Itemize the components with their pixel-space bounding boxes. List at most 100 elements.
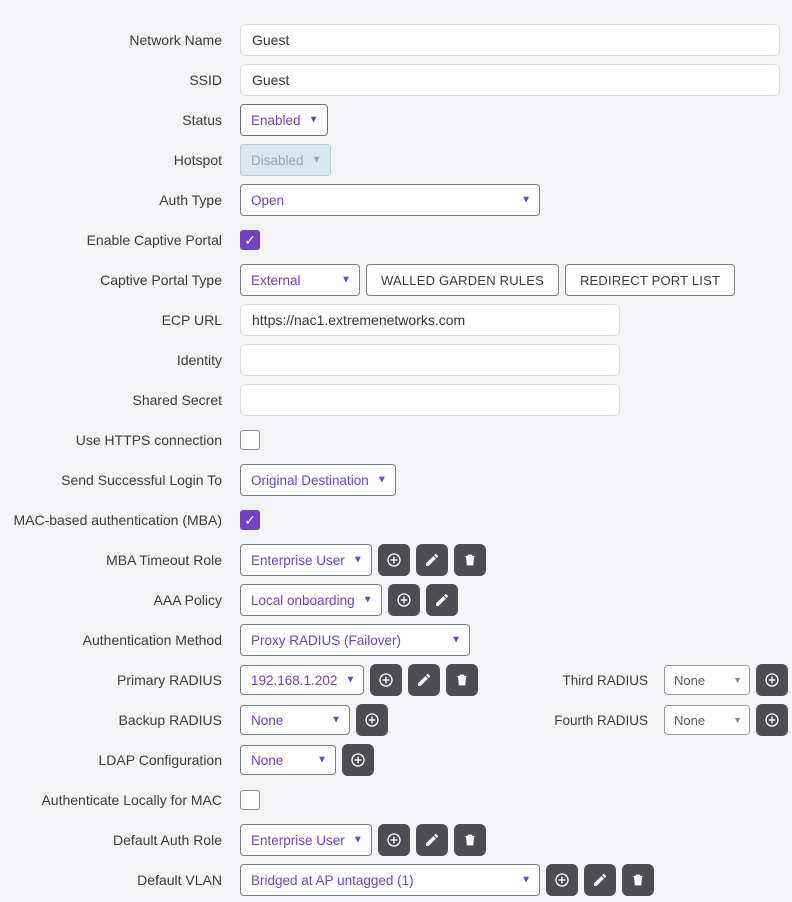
add-mba-role-button[interactable] [378, 544, 410, 576]
add-default-auth-role-button[interactable] [378, 824, 410, 856]
pencil-icon [416, 672, 432, 688]
caret-down-icon: ▼ [312, 155, 322, 166]
hotspot-select: Disabled ▼ [240, 144, 331, 176]
label-ssid: SSID [0, 72, 240, 88]
edit-mba-role-button[interactable] [416, 544, 448, 576]
pencil-icon [592, 872, 608, 888]
label-aaa-policy: AAA Policy [0, 592, 240, 608]
ssid-input[interactable] [240, 64, 780, 96]
edit-primary-radius-button[interactable] [408, 664, 440, 696]
mba-timeout-role-select[interactable]: Enterprise User ▼ [240, 544, 372, 576]
aaa-policy-select[interactable]: Local onboarding ▼ [240, 584, 382, 616]
edit-default-auth-role-button[interactable] [416, 824, 448, 856]
label-network-name: Network Name [0, 32, 240, 48]
add-fourth-radius-button[interactable] [756, 704, 788, 736]
third-radius-select[interactable]: None ▼ [664, 665, 750, 695]
edit-aaa-policy-button[interactable] [426, 584, 458, 616]
ecp-url-input[interactable] [240, 304, 620, 336]
backup-radius-select[interactable]: None ▼ [240, 705, 350, 735]
add-backup-radius-button[interactable] [356, 704, 388, 736]
caret-down-icon: ▼ [733, 675, 742, 685]
label-auth-type: Auth Type [0, 192, 240, 208]
plus-circle-icon [364, 712, 380, 728]
label-auth-method: Authentication Method [0, 632, 240, 648]
caret-down-icon: ▼ [363, 595, 373, 606]
trash-icon [630, 872, 646, 888]
plus-circle-icon [386, 552, 402, 568]
caret-down-icon: ▼ [317, 755, 327, 766]
label-mba: MAC-based authentication (MBA) [0, 512, 240, 528]
label-use-https: Use HTTPS connection [0, 432, 240, 448]
label-identity: Identity [0, 352, 240, 368]
add-ldap-config-button[interactable] [342, 744, 374, 776]
default-auth-role-select[interactable]: Enterprise User ▼ [240, 824, 372, 856]
caret-down-icon: ▼ [377, 475, 387, 486]
caret-down-icon: ▼ [353, 835, 363, 846]
plus-circle-icon [396, 592, 412, 608]
mba-checkbox[interactable]: ✓ [240, 510, 260, 530]
label-enable-captive-portal: Enable Captive Portal [0, 232, 240, 248]
label-third-radius: Third RADIUS [528, 673, 658, 688]
label-fourth-radius: Fourth RADIUS [528, 713, 658, 728]
plus-circle-icon [554, 872, 570, 888]
network-config-form: Network Name SSID Status Enabled ▼ Hotsp… [0, 20, 792, 900]
caret-down-icon: ▼ [331, 715, 341, 726]
label-primary-radius: Primary RADIUS [0, 672, 240, 688]
network-name-input[interactable] [240, 24, 780, 56]
identity-input[interactable] [240, 344, 620, 376]
caret-down-icon: ▼ [341, 275, 351, 286]
trash-icon [454, 672, 470, 688]
auth-method-select[interactable]: Proxy RADIUS (Failover) ▼ [240, 624, 470, 656]
trash-icon [462, 832, 478, 848]
caret-down-icon: ▼ [521, 875, 531, 886]
add-aaa-policy-button[interactable] [388, 584, 420, 616]
pencil-icon [434, 592, 450, 608]
fourth-radius-select[interactable]: None ▼ [664, 705, 750, 735]
primary-radius-select[interactable]: 192.168.1.202 ▼ [240, 665, 364, 695]
captive-portal-type-select[interactable]: External ▼ [240, 264, 360, 296]
label-mba-timeout-role: MBA Timeout Role [0, 552, 240, 568]
plus-circle-icon [350, 752, 366, 768]
use-https-checkbox[interactable] [240, 430, 260, 450]
caret-down-icon: ▼ [345, 675, 355, 686]
send-login-to-select[interactable]: Original Destination ▼ [240, 464, 396, 496]
plus-circle-icon [764, 712, 780, 728]
label-backup-radius: Backup RADIUS [0, 712, 240, 728]
delete-default-vlan-button[interactable] [622, 864, 654, 896]
delete-mba-role-button[interactable] [454, 544, 486, 576]
caret-down-icon: ▼ [309, 115, 319, 126]
shared-secret-input[interactable] [240, 384, 620, 416]
enable-captive-portal-checkbox[interactable]: ✓ [240, 230, 260, 250]
plus-circle-icon [378, 672, 394, 688]
add-third-radius-button[interactable] [756, 664, 788, 696]
label-status: Status [0, 112, 240, 128]
plus-circle-icon [386, 832, 402, 848]
plus-circle-icon [764, 672, 780, 688]
caret-down-icon: ▼ [451, 635, 461, 646]
ldap-config-select[interactable]: None ▼ [240, 745, 336, 775]
label-captive-portal-type: Captive Portal Type [0, 272, 240, 288]
caret-down-icon: ▼ [733, 715, 742, 725]
walled-garden-rules-button[interactable]: WALLED GARDEN RULES [366, 264, 559, 296]
caret-down-icon: ▼ [521, 195, 531, 206]
label-default-vlan: Default VLAN [0, 872, 240, 888]
pencil-icon [424, 832, 440, 848]
auth-locally-mac-checkbox[interactable] [240, 790, 260, 810]
add-primary-radius-button[interactable] [370, 664, 402, 696]
redirect-port-list-button[interactable]: REDIRECT PORT LIST [565, 264, 735, 296]
delete-primary-radius-button[interactable] [446, 664, 478, 696]
delete-default-auth-role-button[interactable] [454, 824, 486, 856]
pencil-icon [424, 552, 440, 568]
label-hotspot: Hotspot [0, 152, 240, 168]
add-default-vlan-button[interactable] [546, 864, 578, 896]
label-default-auth-role: Default Auth Role [0, 832, 240, 848]
caret-down-icon: ▼ [353, 555, 363, 566]
default-vlan-select[interactable]: Bridged at AP untagged (1) ▼ [240, 864, 540, 896]
status-select[interactable]: Enabled ▼ [240, 104, 328, 136]
label-shared-secret: Shared Secret [0, 392, 240, 408]
label-ldap-config: LDAP Configuration [0, 752, 240, 768]
trash-icon [462, 552, 478, 568]
auth-type-select[interactable]: Open ▼ [240, 184, 540, 216]
label-send-login-to: Send Successful Login To [0, 472, 240, 488]
edit-default-vlan-button[interactable] [584, 864, 616, 896]
